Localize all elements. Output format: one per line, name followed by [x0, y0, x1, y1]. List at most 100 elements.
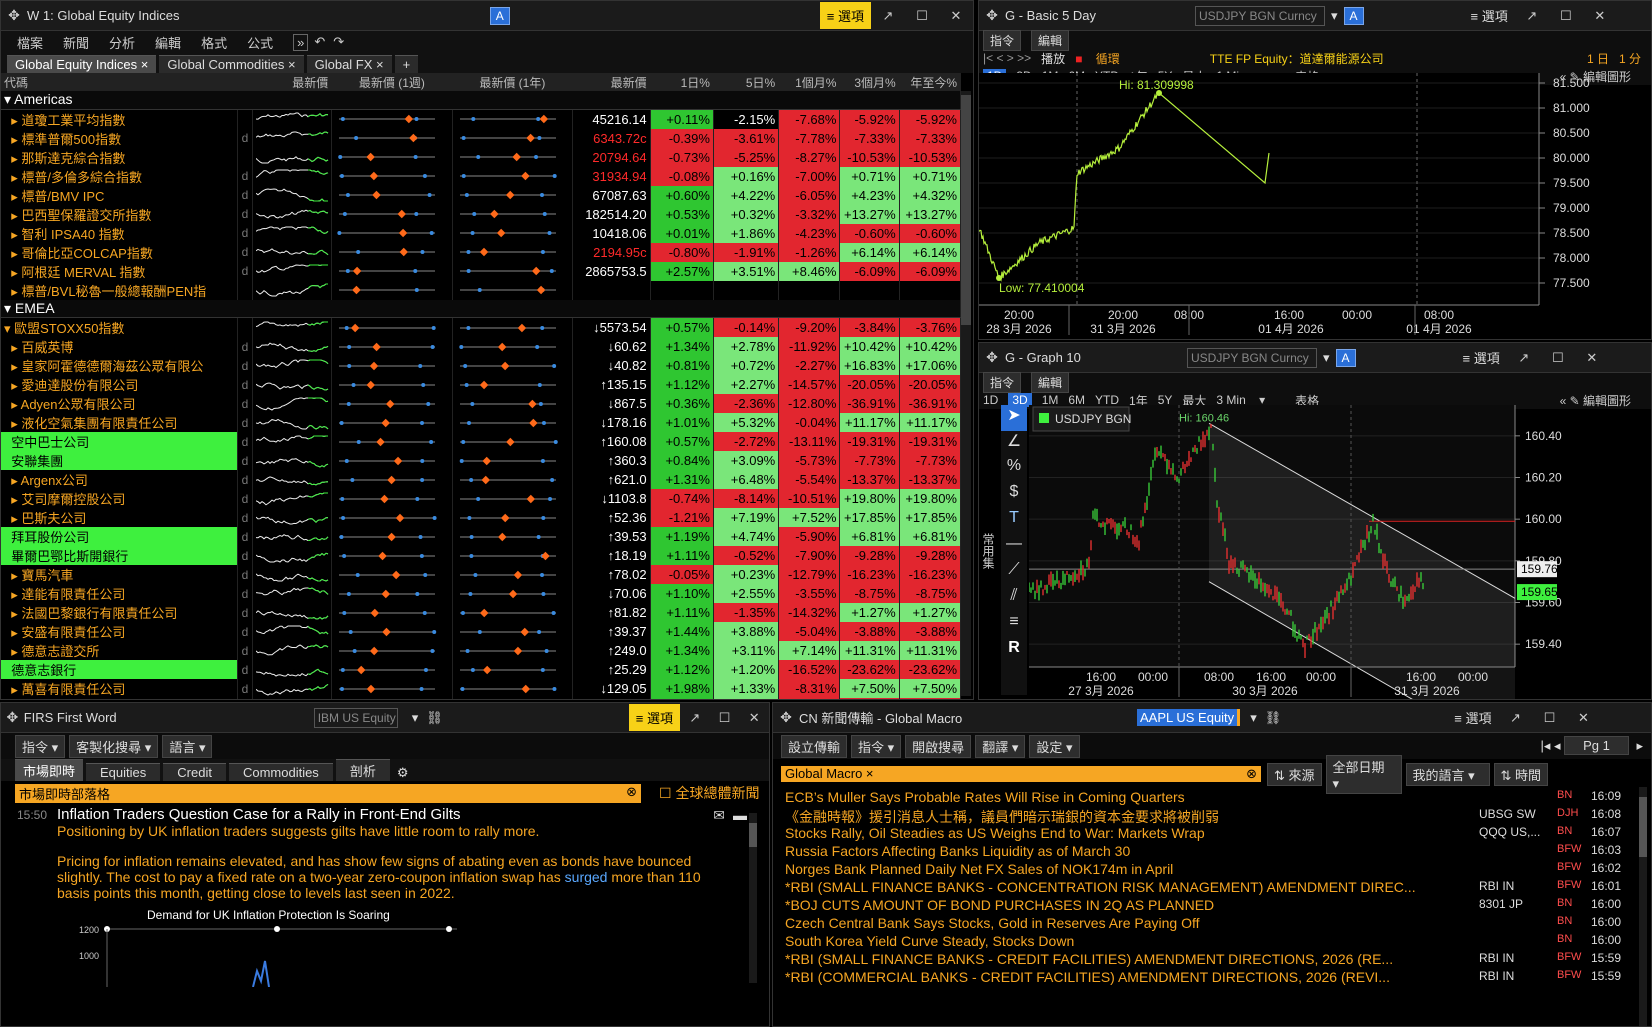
ticker-dropdown-icon[interactable]: ▾: [1323, 350, 1330, 366]
table-row[interactable]: ▸ 標準普爾500指數 d 6343.72c -0.39% -3.61% -7.78% -7…: [1, 128, 962, 148]
table-row[interactable]: ▸ Adyen公眾有限公司 d ↓867.5 +0.36% -2.36% -12.80% -…: [1, 394, 962, 413]
popout-icon[interactable]: ↗: [1515, 8, 1549, 24]
security-name[interactable]: ▸ 標普/BVL秘魯一般總報酬PEN指: [1, 280, 239, 300]
redo-icon[interactable]: ↷: [333, 34, 344, 50]
security-name[interactable]: ▸ 標準普爾500指數: [1, 128, 239, 148]
col-1d[interactable]: 1日%: [650, 73, 714, 91]
popout-icon[interactable]: ↗: [1498, 710, 1532, 726]
table-row[interactable]: 空中巴士公司 d ↑160.08 +0.57% -2.72% -13.11% -19.31%…: [1, 432, 962, 451]
loop-toggle[interactable]: ■ 循環: [1075, 50, 1130, 67]
menu-news[interactable]: 新聞: [63, 33, 89, 52]
options-button[interactable]: ≡ 選項: [1456, 344, 1507, 371]
popout-icon[interactable]: ↗: [680, 710, 710, 726]
security-name[interactable]: ▸ 哥倫比亞COLCAP指數: [1, 242, 239, 262]
table-row[interactable]: ▸ 道瓊工業平均指數 45216.14 +0.11% -2.15% -7.68% -5.9…: [1, 109, 962, 129]
tab-commodities[interactable]: Commodities: [228, 763, 333, 781]
table-row[interactable]: ▸ 哥倫比亞COLCAP指數 d 2194.95c -0.80% -1.91% -1.26…: [1, 242, 962, 262]
table-row[interactable]: ▸ 法國巴黎銀行有限責任公司 d ↑81.82 +1.11% -1.35% -14.32%…: [1, 603, 962, 622]
trendline-tool-icon[interactable]: ⟋: [1001, 561, 1027, 587]
tab-analysis[interactable]: 剖析: [335, 759, 390, 781]
language-menu[interactable]: 我的語言 ▾: [1405, 762, 1490, 786]
col-last-1y[interactable]: 最新價 (1年): [452, 73, 574, 91]
news-ticker[interactable]: QQQ US,...: [1479, 825, 1557, 843]
firstword-titlebar[interactable]: ✥ FIRS First Word IBM US Equity ▾ ⛓ ≡ 選項…: [1, 703, 769, 733]
security-name[interactable]: ▸ Argenx公司: [1, 470, 239, 489]
time-sort-button[interactable]: ⇅ 時間: [1493, 762, 1549, 786]
security-name[interactable]: ▸ 艾司摩爾控股公司: [1, 489, 239, 508]
account-badge[interactable]: A: [1335, 348, 1356, 367]
news-ticker[interactable]: [1479, 861, 1557, 879]
move-icon[interactable]: ✥: [773, 709, 799, 726]
filter-chip[interactable]: 市場即時部落格 ⊗: [15, 783, 641, 803]
table-row[interactable]: 拜耳股份公司 d ↑39.53 +1.19% +4.74% -5.90% +6.81% +6.…: [1, 527, 962, 546]
news-item[interactable]: South Korea Yield Curve Steady, Stocks D…: [773, 933, 1633, 951]
tab-live[interactable]: 市場即時: [15, 759, 84, 781]
col-last-price[interactable]: 最新價: [572, 73, 651, 91]
popout-icon[interactable]: ↗: [871, 8, 905, 24]
menu-file[interactable]: 檔案: [17, 33, 43, 52]
usdjpy-5day-chart[interactable]: 81.500 81.000 80.500 80.000 79.500 79.000 78.5…: [979, 73, 1652, 340]
table-row[interactable]: ▸ 萬喜有限責任公司 d ↓129.05 +1.98% +1.33% -8.31% +7.5…: [1, 679, 962, 698]
menu-format[interactable]: 格式: [201, 33, 227, 52]
legend-usdjpy[interactable]: USDJPY BGN: [1055, 412, 1131, 426]
options-button[interactable]: ≡ 選項: [819, 2, 871, 29]
table-row[interactable]: ▸ 阿根廷 MERVAL 指數 d 2865753.5 +2.57% +3.51% +8.…: [1, 261, 962, 281]
expand-icon[interactable]: »: [293, 33, 309, 51]
table-row[interactable]: 安聯集團 d ↑360.3 +0.84% +3.09% -5.73% -7.73% -7.73…: [1, 451, 962, 470]
close-icon[interactable]: ✕: [1575, 350, 1609, 366]
equity-titlebar[interactable]: ✥ W 1: Global Equity Indices A ≡ 選項 ↗ ☐ …: [1, 1, 973, 31]
table-row[interactable]: ▸ 德意志證交所 d ↑249.0 +1.34% +3.11% +7.14% +11.31%…: [1, 641, 962, 660]
security-name[interactable]: ▸ 標普/BMV IPC: [1, 185, 239, 205]
col-last[interactable]: 最新價: [252, 73, 333, 91]
security-name[interactable]: ▸ 百威英博: [1, 337, 239, 356]
security-name[interactable]: ▸ 那斯達克綜合指數: [1, 147, 239, 167]
table-row[interactable]: ▸ 巴西聖保羅證交所指數 d 182514.20 +0.53% +0.32% -3.32%…: [1, 204, 962, 224]
news-headline[interactable]: Russia Factors Affecting Banks Liquidity…: [773, 843, 1479, 861]
table-row[interactable]: ▸ 液化空氣集團有限責任公司 d ↓178.16 +1.01% +5.32% -0.04%…: [1, 413, 962, 432]
channel-tool-icon[interactable]: ⫽: [1001, 587, 1027, 613]
security-name[interactable]: ▸ 阿根廷 MERVAL 指數: [1, 261, 239, 281]
favorites-side-label[interactable]: 常用集: [981, 533, 997, 569]
table-row[interactable]: ▸ 愛迪達股份有限公司 d ↑135.15 +1.12% +2.27% -14.57% -2…: [1, 375, 962, 394]
news-headline[interactable]: *RBI (SMALL FINANCE BANKS - CONCENTRATIO…: [773, 879, 1479, 897]
table-row[interactable]: ▸ 德國郵政股份有限公司d↑44.97+0.58%+0.33%-10.24%-3…: [1, 698, 962, 699]
news-ticker[interactable]: RBI IN: [1479, 879, 1557, 897]
account-badge[interactable]: A: [489, 6, 510, 25]
news-item[interactable]: Norges Bank Planned Daily Net FX Sales o…: [773, 861, 1633, 879]
cursor-tool-icon[interactable]: ➤: [1001, 405, 1027, 431]
ticker-input[interactable]: AAPL US Equity: [1137, 709, 1241, 726]
percent-tool-icon[interactable]: %: [1001, 457, 1027, 483]
security-name[interactable]: ▸ 液化空氣集團有限責任公司: [1, 413, 239, 432]
security-name[interactable]: ▸ 萬喜有限責任公司: [1, 679, 239, 698]
group-header[interactable]: ▾ EMEA: [1, 299, 961, 318]
menu-formula[interactable]: 公式: [247, 33, 273, 52]
security-name[interactable]: ▸ 德意志證交所: [1, 641, 239, 660]
undo-icon[interactable]: ↶: [314, 34, 325, 50]
close-icon[interactable]: ✕: [939, 8, 973, 24]
news-headline[interactable]: *RBI (SMALL FINANCE BANKS - CREDIT FACIL…: [773, 951, 1479, 969]
security-name[interactable]: 拜耳股份公司: [1, 527, 239, 546]
group-header[interactable]: ▾ Americas: [1, 91, 961, 110]
menu-analysis[interactable]: 分析: [109, 33, 135, 52]
news-ticker[interactable]: [1479, 789, 1557, 807]
usdjpy-3day-chart[interactable]: 160.40160.20160.00159.80159.60159.40Hi: …: [1029, 405, 1652, 700]
col-code[interactable]: 代碼: [1, 73, 239, 91]
ticker-input[interactable]: USDJPY BGN Curncy: [1195, 5, 1325, 26]
table-row[interactable]: ▸ 達能有限責任公司 d ↓70.06 +1.10% +2.55% -3.55% -8.75…: [1, 584, 962, 603]
table-row[interactable]: ▸ 寶馬汽車 d ↑78.02 -0.05% +0.23% -12.79% -16.23% -…: [1, 565, 962, 584]
dollar-tool-icon[interactable]: $: [1001, 483, 1027, 509]
tab-credit[interactable]: Credit: [163, 763, 226, 781]
line-tool-icon[interactable]: ∠: [1001, 431, 1027, 457]
playback-controls[interactable]: |< < > >>: [983, 51, 1031, 65]
translate-menu[interactable]: 翻譯 ▾: [975, 734, 1026, 758]
news-headline[interactable]: 《金融時報》援引消息人士稱，議員們暗示瑞銀的資本金要求將被削弱: [773, 807, 1479, 825]
security-name[interactable]: ▸ Adyen公眾有限公司: [1, 394, 239, 413]
security-name[interactable]: ▸ 巴斯夫公司: [1, 508, 239, 527]
table-row[interactable]: ▸ 標普/BMV IPC d 67087.63 +0.60% +4.22% -6.05% +…: [1, 185, 962, 205]
popout-icon[interactable]: ↗: [1507, 350, 1541, 366]
command-menu[interactable]: 指令: [983, 371, 1022, 393]
col-3m[interactable]: 3個月%: [839, 73, 900, 91]
col-5d[interactable]: 5日%: [713, 73, 780, 91]
table-row[interactable]: ▸ 百威英博 d ↓60.62 +1.34% +2.78% -11.92% +10.42% +…: [1, 337, 962, 356]
date-menu[interactable]: 全部日期 ▾: [1325, 754, 1402, 794]
